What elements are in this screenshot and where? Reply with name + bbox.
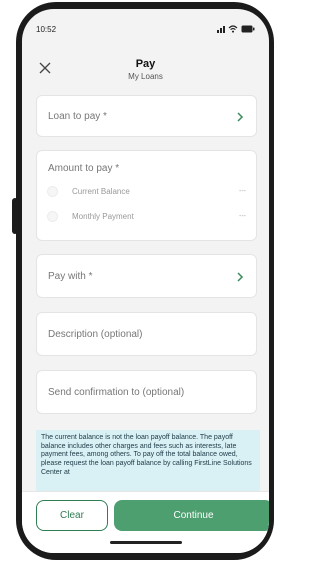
send-confirmation-placeholder: Send confirmation to (optional) — [48, 387, 185, 398]
page-header: Pay My Loans — [22, 55, 269, 87]
phone-side-button — [12, 198, 18, 234]
radio-button[interactable] — [47, 185, 58, 197]
home-indicator — [110, 541, 182, 544]
option-label: Monthly Payment — [72, 211, 134, 221]
cellular-signal-icon — [217, 25, 225, 33]
option-label: Current Balance — [72, 186, 130, 196]
pay-with-label: Pay with * — [48, 271, 93, 282]
option-value: --- — [239, 212, 246, 220]
payoff-notice: The current balance is not the loan payo… — [36, 430, 260, 500]
app-screen: 10:52 Pay My Loans Loan to pay * Amount … — [22, 9, 269, 553]
send-confirmation-field[interactable]: Send confirmation to (optional) — [36, 370, 257, 414]
chevron-right-icon — [237, 112, 244, 122]
loan-to-pay-field[interactable]: Loan to pay * — [36, 95, 257, 137]
radio-button[interactable] — [47, 210, 58, 222]
description-field[interactable]: Description (optional) — [36, 312, 257, 356]
continue-button[interactable]: Continue — [114, 500, 269, 531]
description-placeholder: Description (optional) — [48, 329, 143, 340]
action-footer: Clear Continue — [22, 491, 269, 553]
option-value: --- — [239, 187, 246, 195]
option-current-balance[interactable]: Current Balance --- — [47, 183, 246, 199]
battery-icon — [241, 25, 255, 33]
clear-button[interactable]: Clear — [36, 500, 108, 531]
page-subtitle: My Loans — [128, 72, 163, 81]
option-monthly-payment[interactable]: Monthly Payment --- — [47, 208, 246, 224]
loan-to-pay-label: Loan to pay * — [48, 111, 107, 122]
amount-to-pay-label: Amount to pay * — [48, 163, 120, 174]
status-bar: 10:52 — [22, 9, 269, 49]
status-icons — [217, 25, 255, 33]
status-time: 10:52 — [36, 25, 57, 34]
chevron-right-icon — [237, 272, 244, 282]
page-title: Pay — [135, 58, 156, 70]
pay-with-field[interactable]: Pay with * — [36, 254, 257, 298]
amount-to-pay-group: Amount to pay * Current Balance --- Mont… — [36, 150, 257, 241]
wifi-icon — [228, 25, 238, 33]
